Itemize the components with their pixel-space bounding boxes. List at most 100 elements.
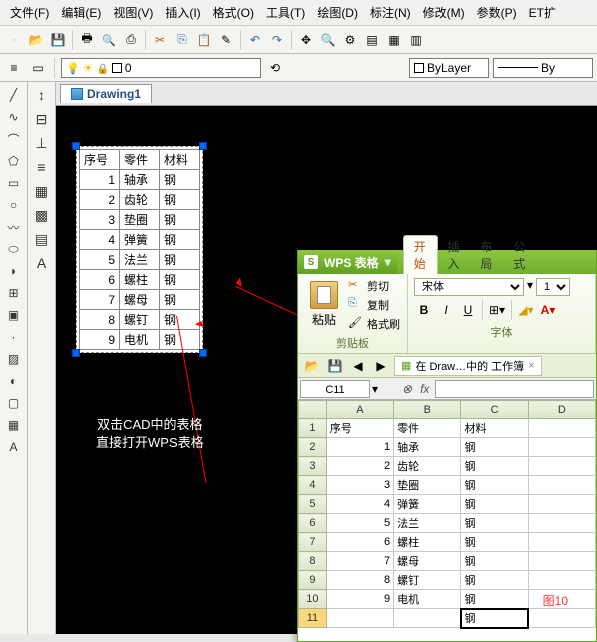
cell[interactable]: 钢 (461, 552, 528, 571)
menu-item[interactable]: 文件(F) (4, 2, 55, 23)
layer-mgr-icon[interactable]: ≡ (4, 58, 24, 78)
wps-titlebar[interactable]: S WPS 表格 ▾ (298, 250, 397, 274)
text2-icon[interactable]: A (32, 254, 52, 272)
cell[interactable]: 钢 (461, 571, 528, 590)
doc-open-icon[interactable] (302, 356, 322, 376)
paste-button[interactable]: 粘贴 (302, 276, 346, 333)
font-name-select[interactable]: 宋体 (414, 278, 524, 296)
ribbon-tab[interactable]: 开始 (403, 235, 438, 274)
ellipse-icon[interactable]: ⬭ (4, 240, 24, 258)
font-color-button[interactable]: A▾ (538, 300, 558, 320)
column-header[interactable]: B (394, 401, 461, 419)
ribbon-tab[interactable]: 公式 (503, 236, 536, 274)
close-icon[interactable]: × (528, 360, 534, 372)
row-header[interactable]: 10 (299, 590, 327, 609)
cell[interactable]: 6 (326, 533, 393, 552)
cell[interactable] (326, 609, 393, 628)
redo-icon[interactable] (267, 30, 287, 50)
row-header[interactable]: 3 (299, 457, 327, 476)
menu-item[interactable]: 标注(N) (364, 2, 417, 23)
embedded-table[interactable]: 序号零件材料1轴承钢2齿轮钢3垫圈钢4弹簧钢5法兰钢6螺柱钢7螺母钢8螺钉钢9电… (76, 146, 203, 353)
calc-icon[interactable]: ▥ (406, 30, 426, 50)
text-icon[interactable]: A (4, 438, 24, 456)
cell[interactable]: 螺柱 (394, 533, 461, 552)
dim-icon[interactable]: ⊟ (32, 110, 52, 128)
ribbon-tab[interactable]: 布局 (470, 236, 503, 274)
cell[interactable] (528, 571, 595, 590)
dropdown-icon[interactable]: ▾ (385, 255, 391, 269)
fill-icon[interactable]: ▩ (32, 206, 52, 224)
formula-input[interactable] (435, 380, 594, 398)
pan-icon[interactable]: ✥ (296, 30, 316, 50)
menu-item[interactable]: 工具(T) (260, 2, 311, 23)
row-header[interactable]: 8 (299, 552, 327, 571)
doc-save-icon[interactable] (325, 356, 345, 376)
column-header[interactable]: C (461, 401, 528, 419)
row-header[interactable]: 11 (299, 609, 327, 628)
cell[interactable]: 螺母 (394, 552, 461, 571)
cell[interactable]: 零件 (394, 419, 461, 438)
layer-states-icon[interactable]: ▭ (28, 58, 48, 78)
menu-item[interactable]: 编辑(E) (55, 2, 107, 23)
cell[interactable] (394, 609, 461, 628)
paste-icon[interactable] (194, 30, 214, 50)
prop-icon[interactable]: ▤ (362, 30, 382, 50)
cell[interactable]: 钢 (461, 495, 528, 514)
format-brush-button[interactable]: 🖌格式刷 (346, 315, 402, 333)
cut-icon[interactable] (150, 30, 170, 50)
layer-icon[interactable]: ▤ (32, 230, 52, 248)
name-dropdown-icon[interactable]: ▾ (372, 382, 378, 396)
fx-icon[interactable]: ⊗ (398, 382, 416, 396)
menu-item[interactable]: 参数(P) (471, 2, 523, 23)
measure-icon[interactable]: ≡ (32, 158, 52, 176)
cell[interactable]: 1 (326, 438, 393, 457)
table-icon[interactable]: ▦ (4, 416, 24, 434)
cell[interactable]: 螺钉 (394, 571, 461, 590)
italic-button[interactable]: I (436, 300, 456, 320)
row-header[interactable]: 2 (299, 438, 327, 457)
row-header[interactable]: 1 (299, 419, 327, 438)
cell[interactable]: 钢 (461, 457, 528, 476)
selection-handle-icon[interactable] (199, 142, 207, 150)
sheet-icon[interactable]: ▦ (384, 30, 404, 50)
row-header[interactable]: 7 (299, 533, 327, 552)
menu-item[interactable]: 视图(V) (107, 2, 159, 23)
menu-item[interactable]: 插入(I) (159, 2, 206, 23)
cell[interactable]: 9 (326, 590, 393, 609)
cell[interactable] (528, 419, 595, 438)
cell[interactable]: 钢 (461, 438, 528, 457)
cell[interactable] (528, 552, 595, 571)
match-icon[interactable]: ✎ (216, 30, 236, 50)
cell[interactable]: 电机 (394, 590, 461, 609)
column-header[interactable]: A (326, 401, 393, 419)
doc-nav-right-icon[interactable]: ▶ (371, 356, 391, 376)
preview-icon[interactable] (99, 30, 119, 50)
print-icon[interactable] (77, 30, 97, 50)
spreadsheet-grid[interactable]: ABCD1序号零件材料21轴承钢32齿轮钢43垫圈钢54弹簧钢65法兰钢76螺柱… (298, 400, 596, 641)
cell[interactable] (528, 476, 595, 495)
pline-icon[interactable]: ∿ (4, 108, 24, 126)
zoom-icon[interactable]: 🔍 (318, 30, 338, 50)
layer-prev-icon[interactable]: ⟲ (265, 58, 285, 78)
hatch-icon[interactable]: ▨ (4, 350, 24, 368)
select-all-corner[interactable] (299, 401, 327, 419)
row-header[interactable]: 4 (299, 476, 327, 495)
cell[interactable]: 钢 (461, 514, 528, 533)
cell[interactable]: 5 (326, 514, 393, 533)
font-size-select[interactable]: 12 (536, 278, 570, 296)
document-tab[interactable]: ▦ 在 Draw…中的 工作簿 × (394, 356, 542, 376)
cell[interactable]: 钢 (461, 476, 528, 495)
cell[interactable]: 垫圈 (394, 476, 461, 495)
point-icon[interactable]: · (4, 328, 24, 346)
menu-item[interactable]: ET扩 (523, 2, 562, 23)
cell[interactable] (528, 609, 595, 628)
cell[interactable]: 8 (326, 571, 393, 590)
cell[interactable]: 齿轮 (394, 457, 461, 476)
cell[interactable]: 7 (326, 552, 393, 571)
name-box[interactable]: C11 (300, 380, 370, 398)
cell[interactable]: 4 (326, 495, 393, 514)
menu-item[interactable]: 修改(M) (417, 2, 471, 23)
cell[interactable]: 法兰 (394, 514, 461, 533)
arc-icon[interactable]: ⌒ (4, 130, 24, 148)
linetype-dropdown[interactable]: By (493, 58, 593, 78)
